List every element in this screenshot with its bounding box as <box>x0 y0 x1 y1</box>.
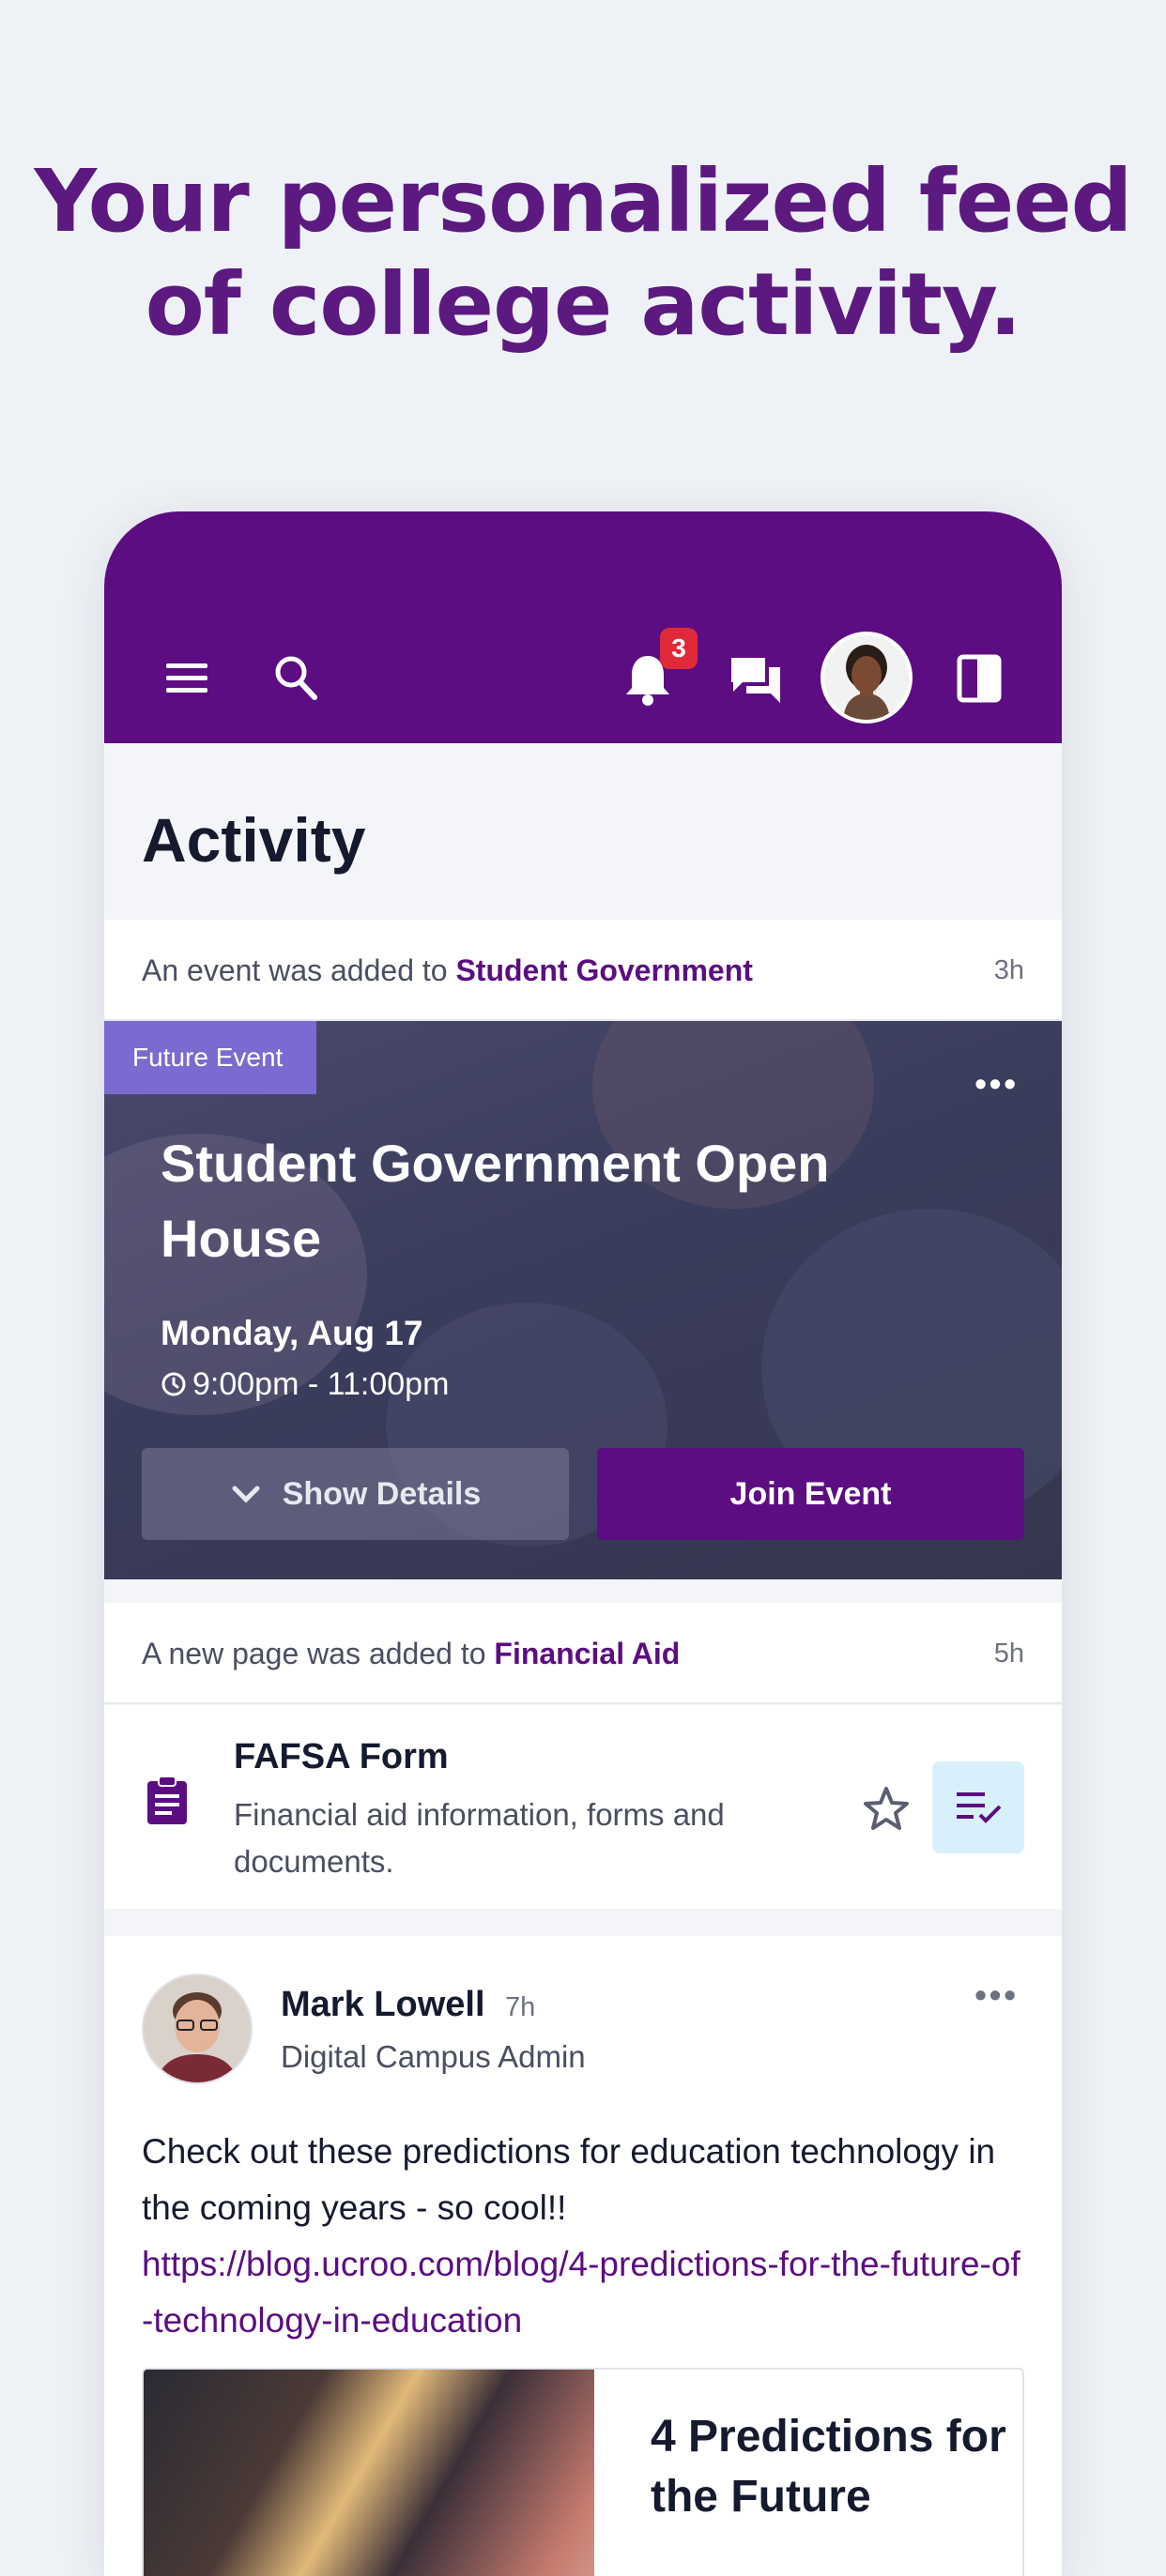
join-event-button[interactable]: Join Event <box>597 1448 1024 1540</box>
author-name[interactable]: Mark Lowell <box>281 1985 485 2025</box>
group-link-financial-aid[interactable]: Financial Aid <box>494 1637 680 1670</box>
feed-header-prefix: A new page was added to <box>142 1637 495 1670</box>
phone-frame: 3 Activity An event was added to Student… <box>104 511 1062 2576</box>
link-preview-image <box>144 2370 594 2576</box>
marketing-headline: Your personalized feed of college activi… <box>0 150 1166 357</box>
search-icon[interactable] <box>273 654 320 703</box>
page-item-title[interactable]: FAFSA Form <box>234 1737 449 1777</box>
more-options-icon[interactable]: ••• <box>974 1064 1019 1104</box>
star-icon[interactable] <box>863 1786 910 1831</box>
link-preview-title: 4 Predictions for the Future <box>651 2412 1006 2522</box>
headline-line-1: Your personalized feed <box>34 151 1132 252</box>
event-status-tag: Future Event <box>104 1021 316 1094</box>
event-time-row: 9:00pm - 11:00pm <box>161 1366 449 1403</box>
task-list-button[interactable] <box>932 1761 1024 1853</box>
headline-line-2: of college activity. <box>145 254 1022 355</box>
feed-header-event: An event was added to Student Government… <box>104 920 1062 1021</box>
post-link[interactable]: https://blog.ucroo.com/blog/4-prediction… <box>142 2245 1020 2340</box>
link-preview-card[interactable]: 4 Predictions for the Future <box>142 2368 1024 2576</box>
panel-toggle-icon[interactable] <box>957 654 1002 703</box>
post-body: Check out these predictions for educatio… <box>142 2124 1024 2349</box>
post-card: Mark Lowell 7h Digital Campus Admin ••• … <box>104 1936 1062 2576</box>
user-avatar[interactable] <box>821 632 913 724</box>
feed-header-text: An event was added to Student Government <box>142 953 753 988</box>
event-card[interactable]: Future Event ••• Student Government Open… <box>104 1021 1062 1579</box>
page-item-description: Financial aid information, forms and doc… <box>234 1797 725 1879</box>
chat-icon[interactable] <box>729 654 782 705</box>
feed-timestamp: 5h <box>993 1639 1024 1669</box>
feed-header-page: A new page was added to Financial Aid 5h <box>104 1603 1062 1704</box>
feed-header-prefix: An event was added to <box>142 953 456 987</box>
show-details-button[interactable]: Show Details <box>142 1448 569 1540</box>
event-date: Monday, Aug 17 <box>161 1314 423 1352</box>
feed-header-text: A new page was added to Financial Aid <box>142 1637 680 1671</box>
notification-badge: 3 <box>660 628 698 669</box>
chevron-down-icon <box>232 1486 260 1503</box>
feed-timestamp: 3h <box>993 955 1024 985</box>
page-list-item[interactable]: FAFSA Form Financial aid information, fo… <box>104 1705 1062 1909</box>
group-link-student-government[interactable]: Student Government <box>455 953 752 987</box>
event-title[interactable]: Student Government Open House <box>161 1126 893 1276</box>
event-time: 9:00pm - 11:00pm <box>192 1366 450 1402</box>
clipboard-icon <box>147 1776 187 1824</box>
author-role: Digital Campus Admin <box>281 2039 586 2074</box>
clock-icon <box>161 1372 186 1396</box>
post-text: Check out these predictions for educatio… <box>142 2132 996 2227</box>
page-title: Activity <box>142 805 366 875</box>
more-options-icon[interactable]: ••• <box>974 1975 1019 2015</box>
show-details-label: Show Details <box>282 1476 482 1512</box>
app-top-bar: 3 <box>104 511 1062 743</box>
post-timestamp: 7h <box>505 1992 536 2022</box>
author-avatar[interactable] <box>142 1974 253 2084</box>
checklist-icon <box>957 1792 1002 1823</box>
menu-icon[interactable] <box>164 660 211 697</box>
